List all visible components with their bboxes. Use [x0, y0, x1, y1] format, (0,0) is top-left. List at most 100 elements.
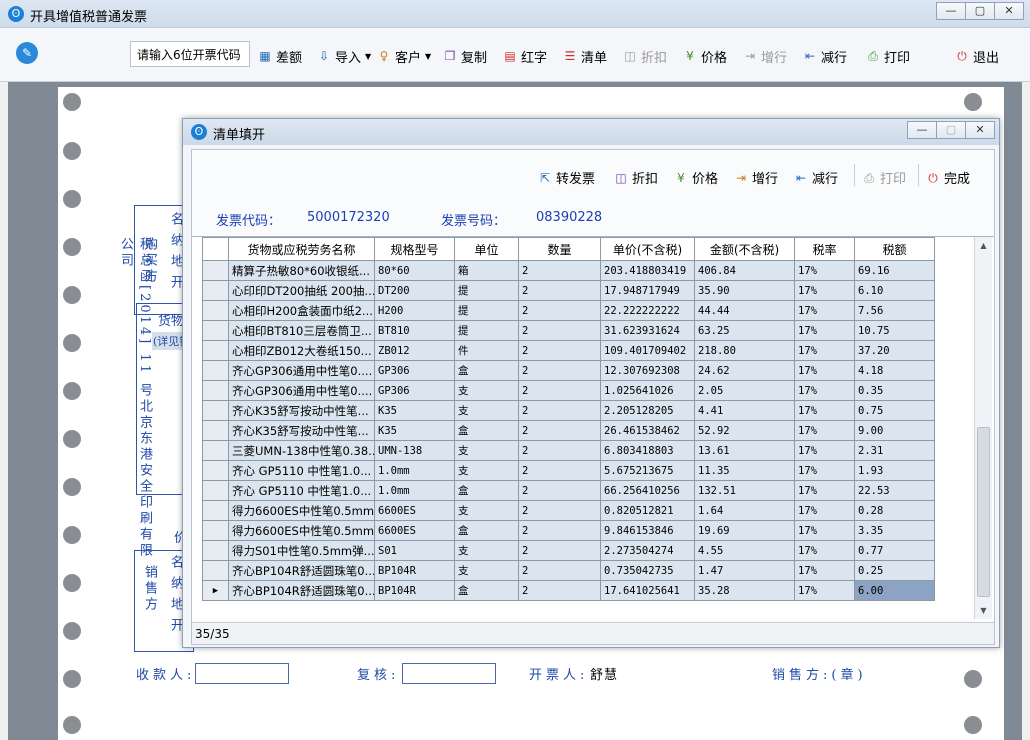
table-cell[interactable]: 22.222222222	[600, 300, 695, 321]
table-cell[interactable]: 6600ES	[374, 520, 455, 541]
column-header[interactable]: 税率	[794, 237, 855, 261]
table-cell[interactable]: 31.623931624	[600, 320, 695, 341]
table-row[interactable]: 齐心GP306通用中性笔0.... GP306 盒 2 12.307692308 24.6…	[202, 360, 935, 381]
table-cell[interactable]: 2.205128205	[600, 400, 695, 421]
table-cell[interactable]: 10.75	[854, 320, 935, 341]
table-cell[interactable]: 得力S01中性笔0.5mm弹...	[228, 540, 375, 561]
table-row[interactable]: 齐心 GP5110 中性笔1.0... 1.0mm 支 2 5.675213675 11.…	[202, 460, 935, 481]
column-header[interactable]: 货物或应税劳务名称	[228, 237, 375, 261]
table-cell[interactable]: 17.641025641	[600, 580, 695, 601]
table-row[interactable]: 三菱UMN-138中性笔0.38... UMN-138 支 2 6.803418803 1…	[202, 440, 935, 461]
table-cell[interactable]: 11.35	[694, 460, 795, 481]
table-cell[interactable]: 1.64	[694, 500, 795, 521]
dialog-maximize-button[interactable]: ▢	[936, 121, 966, 139]
table-cell[interactable]: 齐心 GP5110 中性笔1.0...	[228, 460, 375, 481]
table-cell[interactable]: GP306	[374, 380, 455, 401]
table-cell[interactable]: 218.80	[694, 340, 795, 361]
table-cell[interactable]: 提	[454, 300, 519, 321]
difference-button[interactable]: ▦ 差额	[258, 47, 302, 66]
table-cell[interactable]: 52.92	[694, 420, 795, 441]
table-cell[interactable]: 17%	[794, 520, 855, 541]
table-cell[interactable]: 2	[518, 360, 601, 381]
table-cell[interactable]: UMN-138	[374, 440, 455, 461]
close-button[interactable]: ✕	[994, 2, 1024, 20]
column-header[interactable]: 单位	[454, 237, 519, 261]
scroll-thumb[interactable]	[977, 427, 990, 597]
table-cell[interactable]: 109.401709402	[600, 340, 695, 361]
table-cell[interactable]: 2	[518, 420, 601, 441]
dialog-close-button[interactable]: ✕	[965, 121, 995, 139]
table-cell[interactable]: 6.10	[854, 280, 935, 301]
table-cell[interactable]: 齐心 GP5110 中性笔1.0...	[228, 480, 375, 501]
table-cell[interactable]: 406.84	[694, 260, 795, 281]
table-cell[interactable]: 17%	[794, 400, 855, 421]
table-cell[interactable]: 1.93	[854, 460, 935, 481]
table-row[interactable]: ▶ 齐心BP104R舒适圆珠笔0... BP104R 盒 2 17.641025641 35…	[202, 580, 935, 601]
table-cell[interactable]: 齐心BP104R舒适圆珠笔0...	[228, 560, 375, 581]
dialog-delete-row-button[interactable]: ⇤ 减行	[794, 168, 838, 188]
table-cell[interactable]: 0.28	[854, 500, 935, 521]
table-cell[interactable]: 17%	[794, 580, 855, 601]
table-cell[interactable]: 2	[518, 460, 601, 481]
table-cell[interactable]: 7.56	[854, 300, 935, 321]
table-cell[interactable]: 9.846153846	[600, 520, 695, 541]
table-cell[interactable]: 3.35	[854, 520, 935, 541]
row-header[interactable]	[202, 280, 229, 301]
table-cell[interactable]: 0.735042735	[600, 560, 695, 581]
table-cell[interactable]: 盒	[454, 360, 519, 381]
table-cell[interactable]: 17%	[794, 460, 855, 481]
print-button[interactable]: ⎙ 打印	[866, 47, 910, 66]
dialog-discount-button[interactable]: ◫ 折扣	[614, 168, 658, 188]
column-header[interactable]: 金额(不含税)	[694, 237, 795, 261]
table-cell[interactable]: K35	[374, 420, 455, 441]
row-header[interactable]	[202, 380, 229, 401]
table-cell[interactable]: 心相印H200盒装面巾纸2...	[228, 300, 375, 321]
table-cell[interactable]: 支	[454, 560, 519, 581]
finish-button[interactable]: ⏻ 完成	[926, 168, 970, 188]
table-cell[interactable]: 44.44	[694, 300, 795, 321]
column-header[interactable]: 税额	[854, 237, 935, 261]
table-cell[interactable]: 2	[518, 520, 601, 541]
row-header[interactable]	[202, 320, 229, 341]
table-cell[interactable]: ZB012	[374, 340, 455, 361]
table-cell[interactable]: 26.461538462	[600, 420, 695, 441]
table-row[interactable]: 得力6600ES中性笔0.5mm... 6600ES 盒 2 9.846153846 19…	[202, 520, 935, 541]
table-cell[interactable]: 三菱UMN-138中性笔0.38...	[228, 440, 375, 461]
row-header[interactable]	[202, 560, 229, 581]
invoice-code-input[interactable]	[130, 41, 250, 67]
table-cell[interactable]: 齐心K35舒写按动中性笔...	[228, 400, 375, 421]
table-cell[interactable]: 69.16	[854, 260, 935, 281]
table-cell[interactable]: 2	[518, 320, 601, 341]
table-cell[interactable]: 6.00	[854, 580, 935, 601]
table-cell[interactable]: 24.62	[694, 360, 795, 381]
table-cell[interactable]: 2	[518, 300, 601, 321]
table-cell[interactable]: 37.20	[854, 340, 935, 361]
row-header[interactable]	[202, 260, 229, 281]
table-cell[interactable]: 2.05	[694, 380, 795, 401]
table-cell[interactable]: 17.948717949	[600, 280, 695, 301]
table-cell[interactable]: 1.0mm	[374, 460, 455, 481]
red-letter-button[interactable]: ▤ 红字	[503, 47, 547, 66]
table-cell[interactable]: 盒	[454, 580, 519, 601]
table-cell[interactable]: H200	[374, 300, 455, 321]
table-cell[interactable]: 2.273504274	[600, 540, 695, 561]
table-cell[interactable]: 盒	[454, 480, 519, 501]
table-cell[interactable]: 2	[518, 340, 601, 361]
table-row[interactable]: 齐心 GP5110 中性笔1.0... 1.0mm 盒 2 66.256410256 13…	[202, 480, 935, 501]
table-cell[interactable]: S01	[374, 540, 455, 561]
table-cell[interactable]: 63.25	[694, 320, 795, 341]
row-header[interactable]	[202, 300, 229, 321]
table-cell[interactable]: 17%	[794, 420, 855, 441]
column-header[interactable]: 单价(不含税)	[600, 237, 695, 261]
reviewer-input[interactable]	[402, 663, 496, 684]
table-cell[interactable]: 17%	[794, 540, 855, 561]
table-row[interactable]: 心相印BT810三层卷筒卫... BT810 提 2 31.623931624 63.25…	[202, 320, 935, 341]
table-cell[interactable]: 0.820512821	[600, 500, 695, 521]
table-cell[interactable]: 6600ES	[374, 500, 455, 521]
table-cell[interactable]: 0.35	[854, 380, 935, 401]
row-header[interactable]	[202, 480, 229, 501]
table-cell[interactable]: 支	[454, 440, 519, 461]
table-cell[interactable]: 35.90	[694, 280, 795, 301]
table-cell[interactable]: 盒	[454, 520, 519, 541]
table-cell[interactable]: 0.75	[854, 400, 935, 421]
